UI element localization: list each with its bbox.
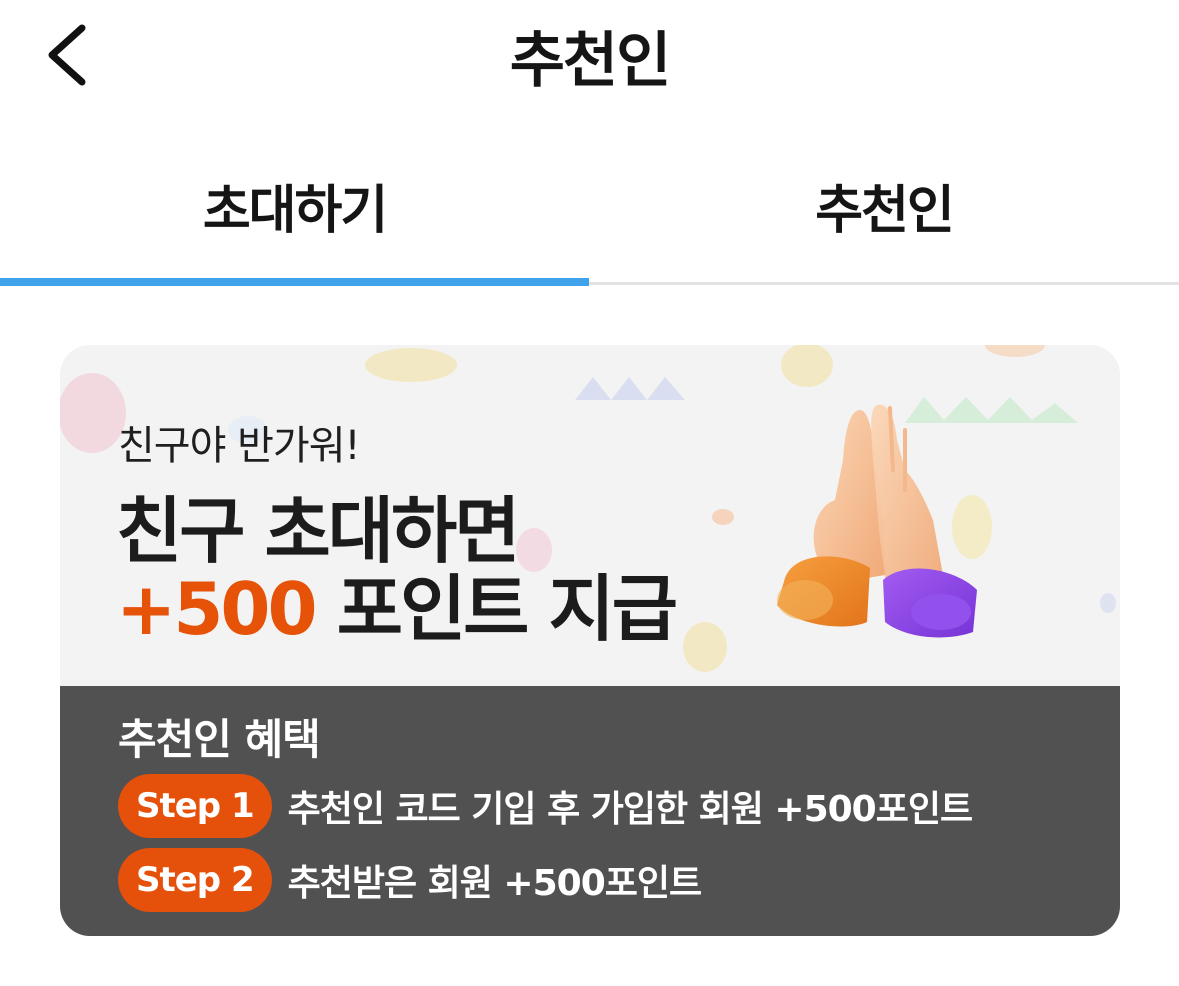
benefit-section: 추천인 혜택 Step 1 추천인 코드 기입 후 가입한 회원 +500포인트… [60, 686, 1120, 936]
step-description: 추천인 코드 기입 후 가입한 회원 +500포인트 [287, 789, 973, 830]
page-title: 추천인 [509, 26, 672, 96]
step-badge: Step 1 [118, 774, 272, 838]
benefit-title: 추천인 혜택 [118, 715, 321, 764]
invite-banner-card: 친구야 반가워! 친구 초대하면 +500 포인트 지급 추천인 혜택 Step… [60, 345, 1120, 936]
tab-bar: 초대하기 추천인 [0, 150, 1179, 288]
tab-invite[interactable]: 초대하기 [0, 150, 589, 288]
active-tab-indicator [0, 278, 589, 286]
headline-line1: 친구 초대하면 [116, 489, 521, 573]
points-amount: +500 [116, 567, 318, 651]
benefit-step-row: Step 2 추천받은 회원 +500포인트 [118, 848, 702, 912]
high-five-hands-icon [777, 404, 977, 638]
headline-line2: +500 포인트 지급 [116, 571, 678, 647]
app-header: 추천인 [0, 0, 1179, 110]
step-badge: Step 2 [118, 848, 272, 912]
step-description: 추천받은 회원 +500포인트 [287, 863, 702, 904]
benefit-step-row: Step 1 추천인 코드 기입 후 가입한 회원 +500포인트 [118, 774, 973, 838]
recommender-page: 추천인 초대하기 추천인 친구야 반가워! 친구 초대하면 +500 포인트 지… [0, 0, 1179, 986]
banner-top: 친구야 반가워! 친구 초대하면 +500 포인트 지급 [60, 345, 1120, 686]
tab-divider [589, 282, 1179, 285]
tab-recommender[interactable]: 추천인 [589, 150, 1179, 288]
headline-line2-rest: 포인트 지급 [336, 567, 678, 651]
greeting-text: 친구야 반가워! [118, 423, 361, 469]
